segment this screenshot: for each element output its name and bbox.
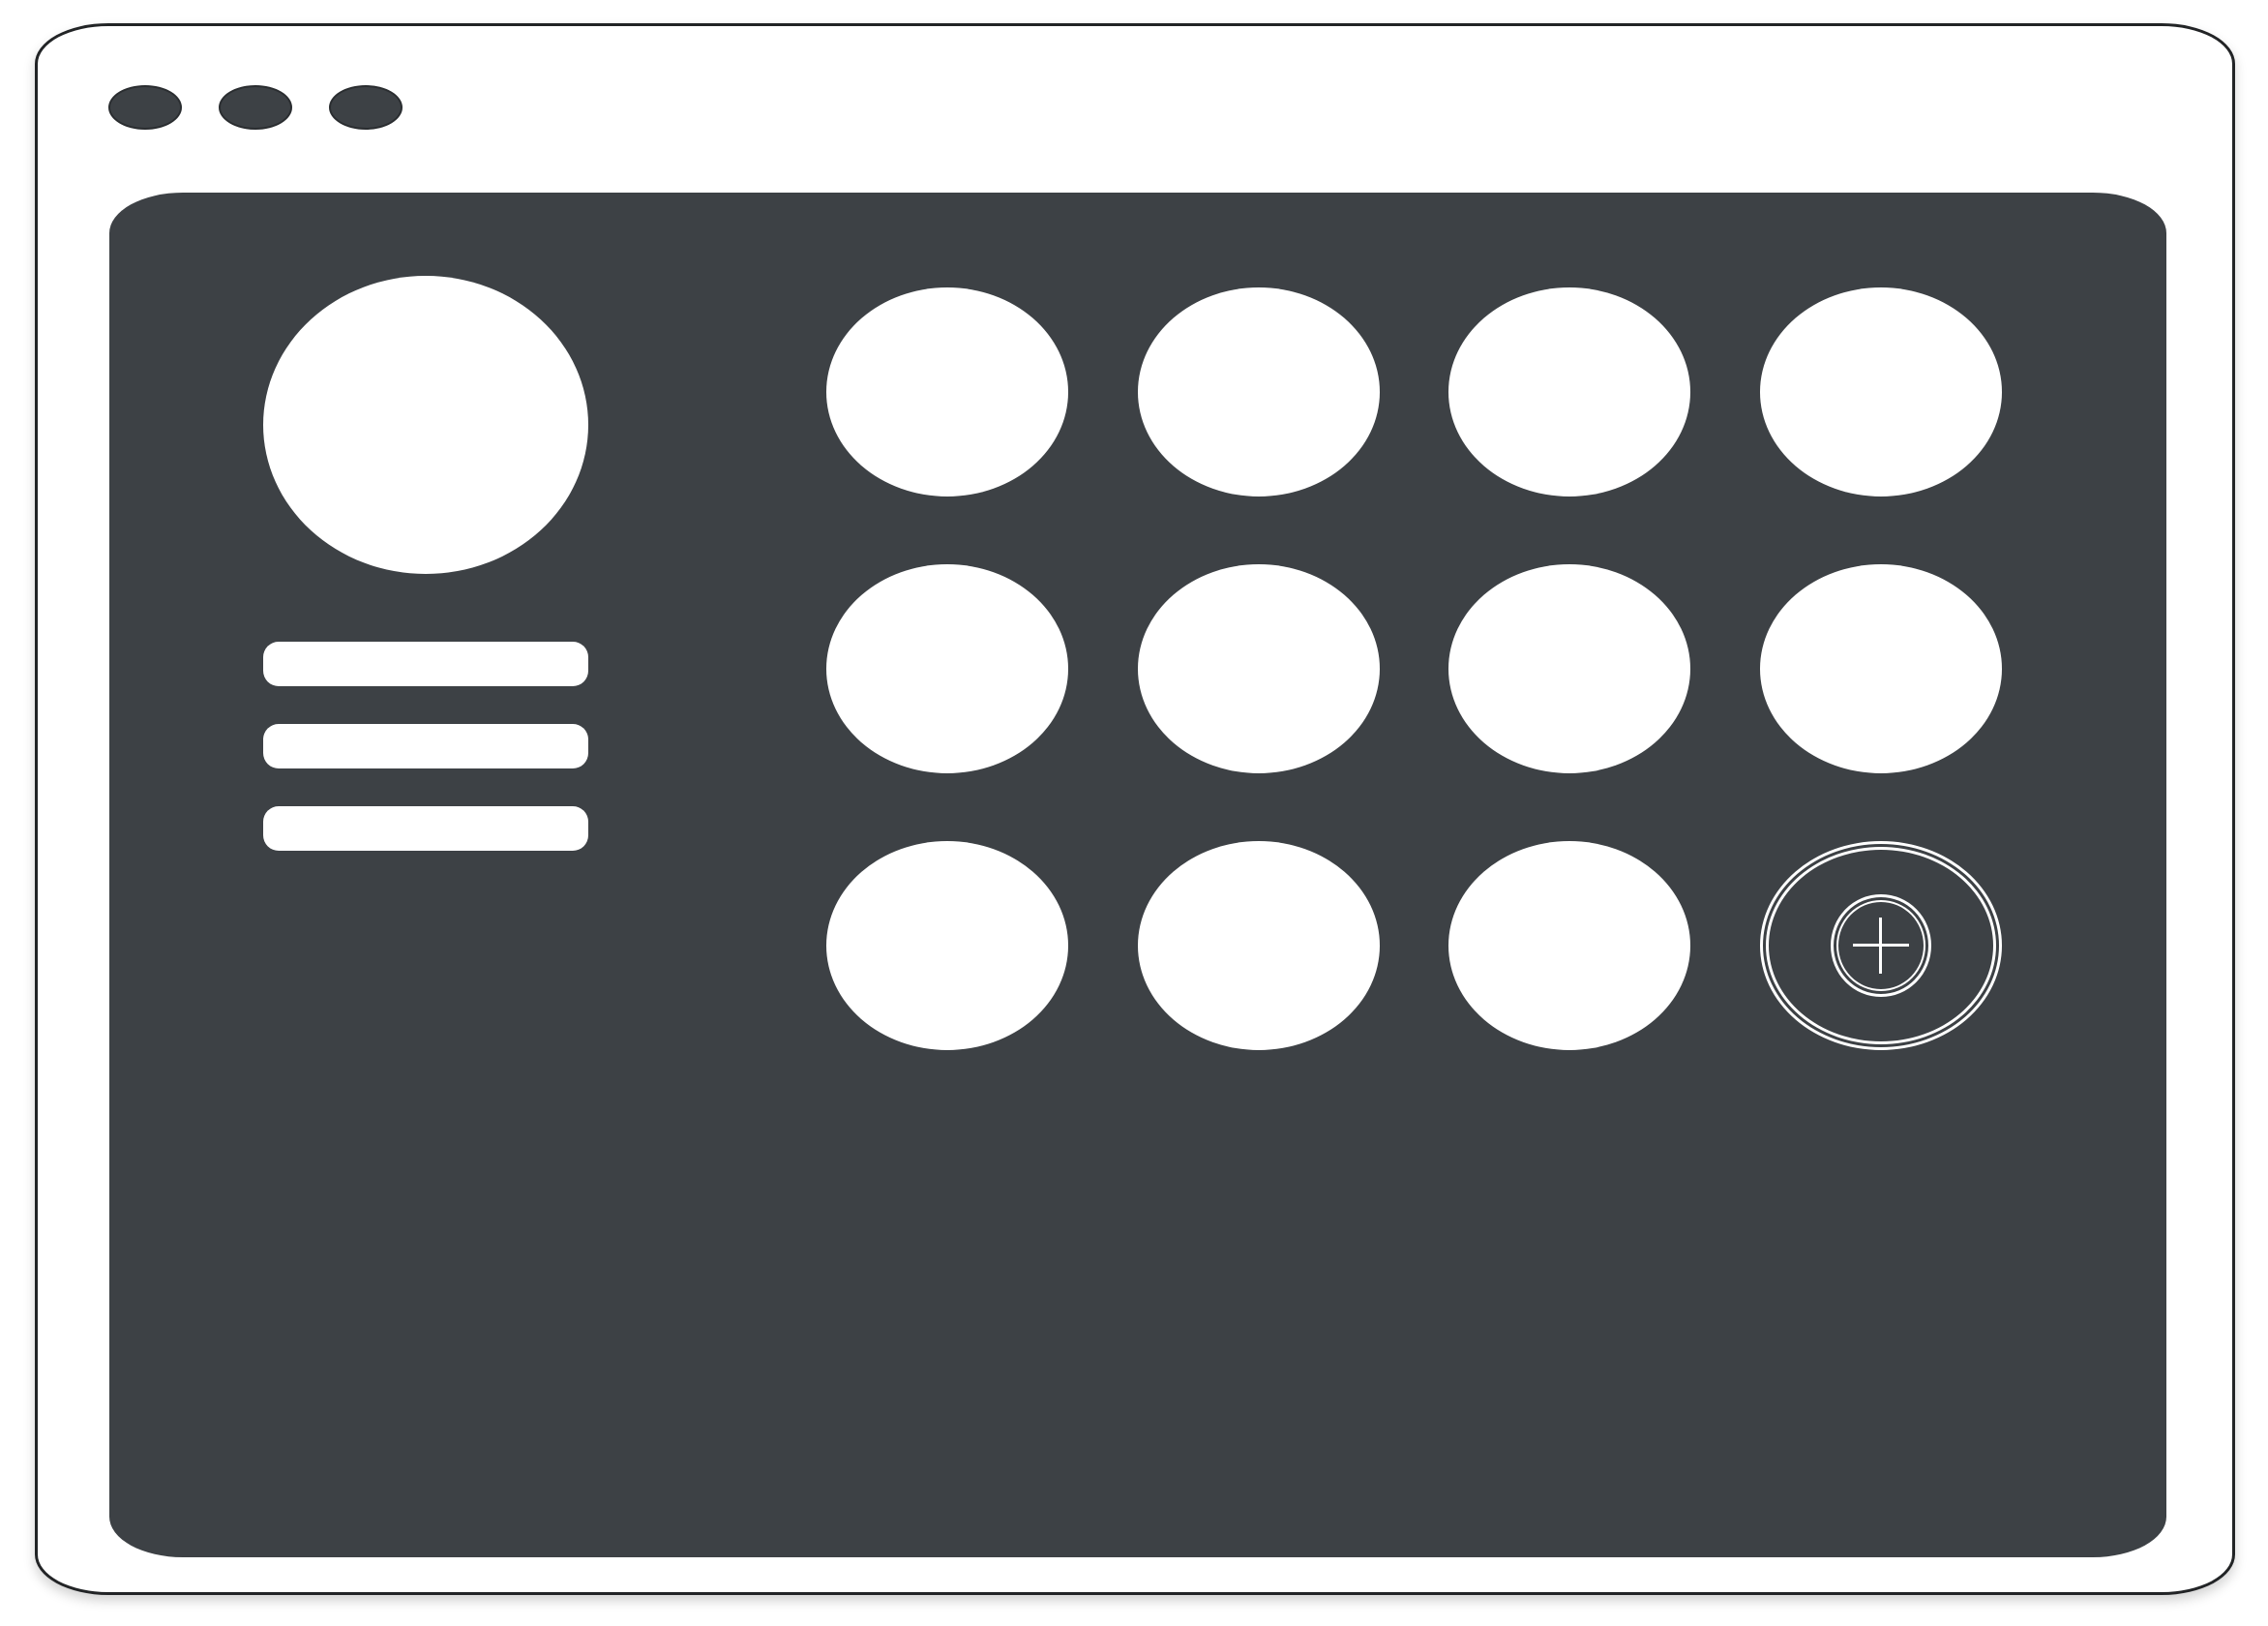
window-control-close[interactable] bbox=[108, 85, 182, 130]
grid-tile[interactable] bbox=[1138, 564, 1380, 773]
grid-tile[interactable] bbox=[1448, 841, 1690, 1050]
grid-tile[interactable] bbox=[1138, 287, 1380, 497]
profile-menu bbox=[263, 642, 588, 888]
app-window bbox=[35, 23, 2235, 1595]
plus-icon bbox=[1853, 918, 1909, 974]
menu-item-3[interactable] bbox=[263, 806, 588, 851]
grid-tile[interactable] bbox=[826, 564, 1068, 773]
menu-item-2[interactable] bbox=[263, 724, 588, 768]
profile-avatar[interactable] bbox=[263, 276, 588, 574]
main-panel bbox=[109, 193, 2166, 1557]
window-controls bbox=[108, 85, 403, 130]
grid-tile[interactable] bbox=[826, 841, 1068, 1050]
window-control-minimize[interactable] bbox=[219, 85, 292, 130]
add-tile-button[interactable] bbox=[1760, 841, 2002, 1050]
grid-tile[interactable] bbox=[1760, 287, 2002, 497]
grid-tile[interactable] bbox=[826, 287, 1068, 497]
grid-tile[interactable] bbox=[1448, 564, 1690, 773]
grid-tile[interactable] bbox=[1760, 564, 2002, 773]
add-circle bbox=[1831, 894, 1931, 997]
window-control-maximize[interactable] bbox=[329, 85, 403, 130]
grid-tile[interactable] bbox=[1448, 287, 1690, 497]
menu-item-1[interactable] bbox=[263, 642, 588, 686]
grid-tile[interactable] bbox=[1138, 841, 1380, 1050]
